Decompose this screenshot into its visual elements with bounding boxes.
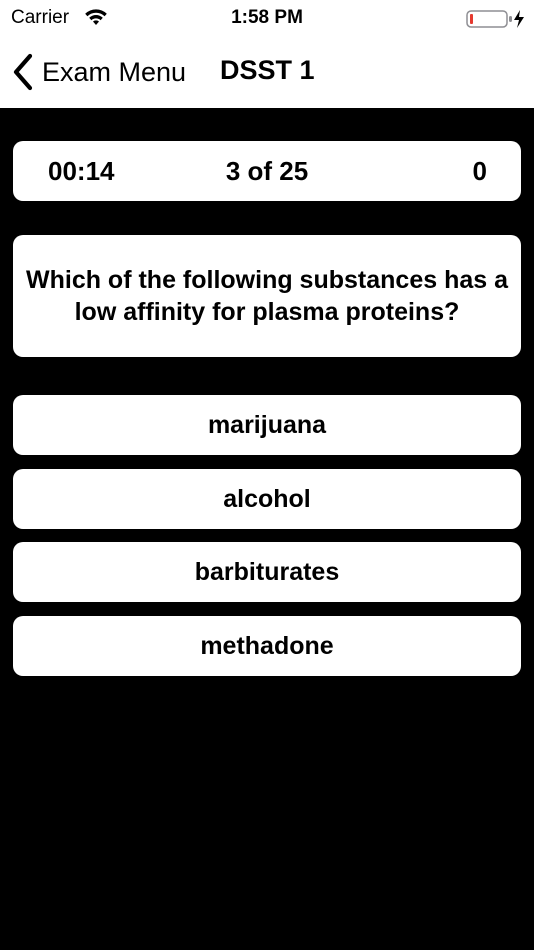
answer-label: marijuana [207,410,327,439]
answer-option-4[interactable]: methadone [13,616,521,676]
lightning-icon [514,10,524,28]
question-text: Which of the following substances has a … [26,266,508,326]
top-bar: Carrier 1:58 PM Exam Menu DSST 1 [0,0,534,108]
page-title: DSST 1 [220,55,315,85]
back-button[interactable]: Exam Menu [10,50,186,94]
battery-icon [466,10,524,28]
answer-option-3[interactable]: barbiturates [13,542,521,602]
answer-option-2[interactable]: alcohol [13,469,521,529]
answer-option-1[interactable]: marijuana [13,395,521,455]
question-progress: 3 of 25 [225,156,309,186]
question-card: Which of the following substances has a … [13,235,521,357]
chevron-left-icon [13,53,33,91]
status-time: 1:58 PM [231,7,303,28]
answer-label: methadone [200,631,334,660]
navigation-bar: Exam Menu DSST 1 [0,36,534,108]
exam-info-bar: 00:14 3 of 25 0 [13,141,521,201]
back-button-label: Exam Menu [42,56,187,87]
status-bar: Carrier 1:58 PM [0,0,534,36]
score: 0 [472,156,487,186]
answer-label: barbiturates [194,557,340,586]
answer-label: alcohol [223,484,311,513]
